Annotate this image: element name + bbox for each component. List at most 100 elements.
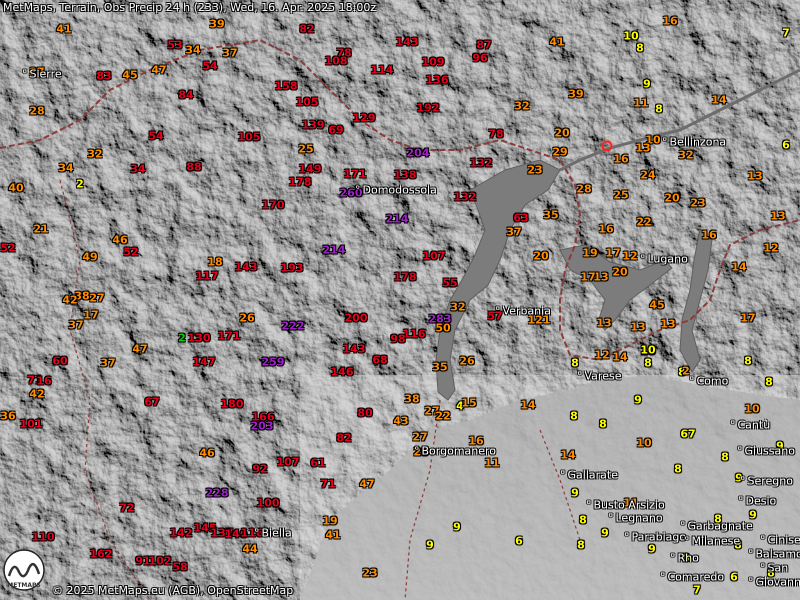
precip-value: 13 [635,141,651,155]
precip-value: 54 [202,59,218,73]
precip-value: 9 [453,520,461,534]
precip-value: 8 [577,538,585,552]
precip-value: 39 [209,17,225,31]
precip-value: 12 [763,241,779,255]
precip-value: 16 [598,222,614,236]
precip-value: 8 [655,102,663,116]
precip-value: 8 [570,409,578,423]
precip-value: 52 [0,241,16,255]
precip-value: 41 [325,528,341,542]
precip-value: 47 [151,63,167,77]
precip-value: 132 [453,190,477,204]
precip-value: 105 [295,95,319,109]
precip-value: 143 [342,342,366,356]
precip-value: 193 [280,261,304,275]
precip-value: 9 [601,526,609,540]
precip-value: 8 [765,375,773,389]
city-label: Busto Arsizio [586,499,665,512]
precip-value: 71 [320,477,336,491]
precip-value: 147 [192,355,216,369]
precip-value: 17 [740,311,756,325]
precip-value: 45 [122,68,138,82]
precip-value: 8 [644,356,652,370]
city-label: Rho [670,552,699,565]
precip-value: 27 [89,291,105,305]
precip-value: 10 [636,436,652,450]
precip-value: 96 [472,51,488,65]
metmaps-logo: METMAPS [3,549,45,591]
precip-value: 43 [393,414,409,428]
precip-value: 105 [237,130,261,144]
precip-value: 180 [220,397,244,411]
precip-value: 100 [256,496,280,510]
precip-value: 20 [554,126,570,140]
precip-value: 132 [469,156,493,170]
precip-value: 36 [0,409,16,423]
precip-value: 23 [690,196,706,210]
precip-value: 17 [580,270,596,284]
precip-value: 28 [576,182,592,196]
city-label: Giussano [737,445,795,458]
precip-value: 9 [571,486,579,500]
precip-value: 32 [514,99,530,113]
precip-value: 15 [461,396,477,410]
precip-value: 11 [484,456,500,470]
precip-value: 6 [730,570,738,584]
precip-value: 42 [29,387,45,401]
precip-value: 60 [52,354,68,368]
precip-value: 67 [144,395,160,409]
precip-value: 44 [242,542,258,556]
city-label: San [760,562,789,575]
precip-value: 116 [402,327,426,341]
precip-value: 192 [416,101,440,115]
precip-value: 8 [636,41,644,55]
precip-value: 6 [515,534,523,548]
precip-value: 72 [119,501,135,515]
precip-value: 10 [640,343,656,357]
precip-value: 8 [599,417,607,431]
precip-value: 7 [782,26,790,40]
precip-value: 101 [19,417,43,431]
precip-value: 130 [187,331,211,345]
city-label: Domodossola [355,184,437,197]
precip-value: 21 [33,222,49,236]
city-label: Cantù [730,419,771,432]
precip-value: 46 [199,446,215,460]
precip-value: 8 [674,462,682,476]
precip-value: 14 [711,93,727,107]
precip-value: 2 [76,177,84,191]
precip-value: 25 [298,142,314,156]
precip-value: 222 [281,319,305,333]
precip-value: 37 [68,318,84,332]
precip-value: 23 [527,163,543,177]
precip-value: 8 [744,354,752,368]
precip-value: 16 [613,152,629,166]
precip-value: 20 [612,265,628,279]
precip-value: 204 [406,146,430,160]
precip-value: 41 [549,35,565,49]
precip-value: 40 [8,181,24,195]
precip-value: 20 [664,191,680,205]
city-label: Varese [577,370,622,383]
precip-value: 138 [393,168,417,182]
precip-value: 19 [322,514,338,528]
precip-value: 87 [476,38,492,52]
precip-value: 14 [731,260,747,274]
precip-value: 178 [393,270,417,284]
precip-value: 146 [330,365,354,379]
precip-value: 37 [506,225,522,239]
precip-value: 170 [261,198,285,212]
precip-value: 42 [62,293,78,307]
precip-value: 9 [426,538,434,552]
precip-value: 171 [217,329,241,343]
precip-value: 18 [207,255,223,269]
city-label: Desio [738,495,777,508]
precip-value: 41 [56,22,72,36]
precip-value: 162 [89,547,113,561]
precip-value: 58 [172,560,188,574]
precip-value: 7 [693,583,701,597]
city-label: Gallarate [560,469,618,482]
precip-value: 55 [442,276,458,290]
precip-value: 171 [343,167,367,181]
precip-value: 8 [579,513,587,527]
